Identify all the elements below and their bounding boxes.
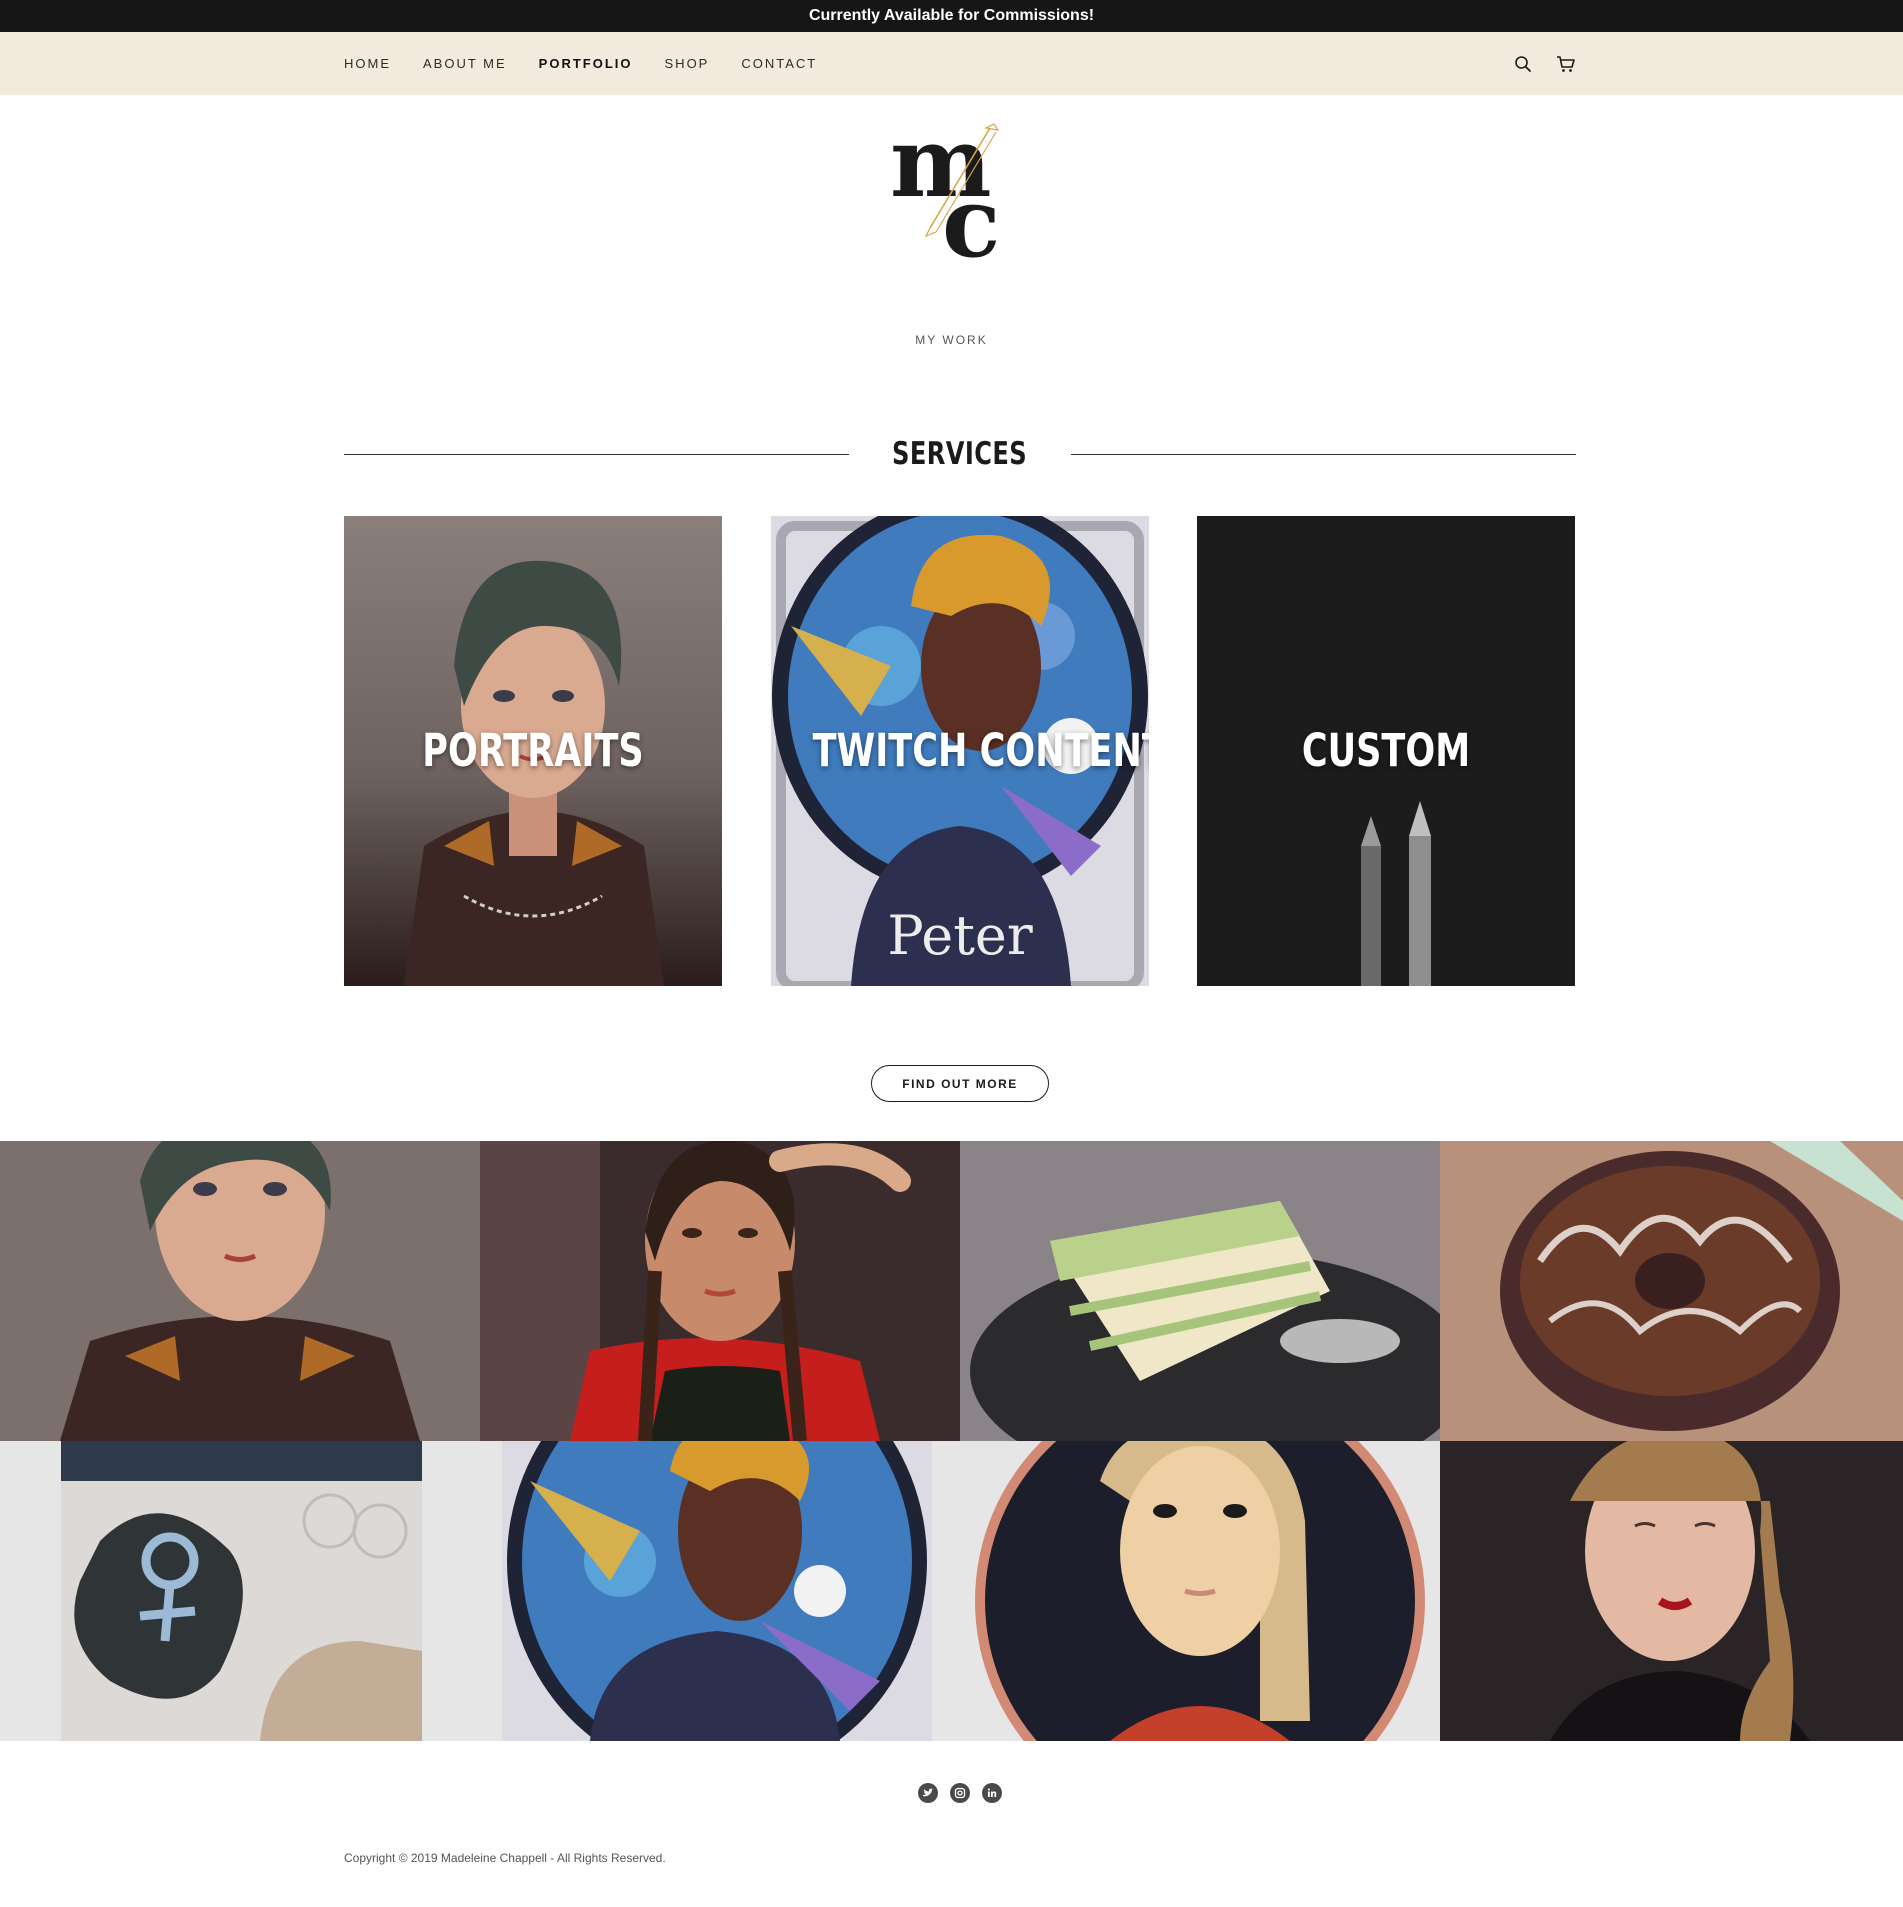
nav-shop[interactable]: SHOP: [665, 56, 710, 71]
gallery-woman-braids[interactable]: [480, 1141, 960, 1441]
announcement-bar: Currently Available for Commissions!: [0, 0, 1903, 32]
gallery-portrait-boy[interactable]: [0, 1141, 480, 1441]
nav-home[interactable]: HOME: [344, 56, 391, 71]
instagram-icon[interactable]: [950, 1783, 970, 1803]
service-card-twitch[interactable]: Peter TWITCH CONTENT: [771, 516, 1149, 986]
card-title-portraits: PORTRAITS: [422, 724, 644, 777]
divider-right: [1070, 453, 1576, 455]
page-subheading: MY WORK: [915, 333, 988, 347]
copyright-text: Copyright © 2019 Madeleine Chappell - Al…: [344, 1851, 666, 1865]
nav-portfolio[interactable]: PORTFOLIO: [539, 56, 633, 71]
section-title: SERVICES: [892, 436, 1028, 472]
gallery-red-lips[interactable]: [1440, 1441, 1903, 1741]
gallery-venus-controller[interactable]: [0, 1441, 480, 1741]
card-title-twitch: TWITCH CONTENT: [812, 724, 1149, 777]
gallery-avatar-blonde[interactable]: [960, 1441, 1440, 1741]
nav-links: HOME ABOUT ME PORTFOLIO SHOP CONTACT: [344, 32, 817, 95]
divider-left: [344, 453, 850, 455]
card-title-custom: CUSTOM: [1301, 724, 1471, 777]
linkedin-icon[interactable]: [982, 1783, 1002, 1803]
nav-contact[interactable]: CONTACT: [741, 56, 817, 71]
gallery-cake-slice[interactable]: [960, 1141, 1440, 1441]
announcement-text: Currently Available for Commissions!: [808, 7, 1095, 24]
search-icon[interactable]: [1513, 54, 1533, 74]
nav-icons: [1513, 32, 1575, 95]
find-out-more-button[interactable]: FIND OUT MORE: [871, 1065, 1049, 1102]
service-card-portraits[interactable]: PORTRAITS: [344, 516, 722, 986]
navbar: HOME ABOUT ME PORTFOLIO SHOP CONTACT: [0, 32, 1903, 95]
peter-text: Peter: [887, 904, 1033, 967]
nav-about-me[interactable]: ABOUT ME: [423, 56, 507, 71]
gallery-chocolate-donut[interactable]: [1440, 1141, 1903, 1441]
svg-text:c: c: [942, 166, 1000, 265]
twitter-icon[interactable]: [918, 1783, 938, 1803]
site-logo[interactable]: m c: [890, 106, 1020, 279]
service-card-custom[interactable]: CUSTOM: [1197, 516, 1575, 986]
gallery-twitch-peter[interactable]: [480, 1441, 960, 1741]
services-heading: SERVICES: [344, 430, 1576, 478]
cart-icon[interactable]: [1555, 54, 1575, 74]
